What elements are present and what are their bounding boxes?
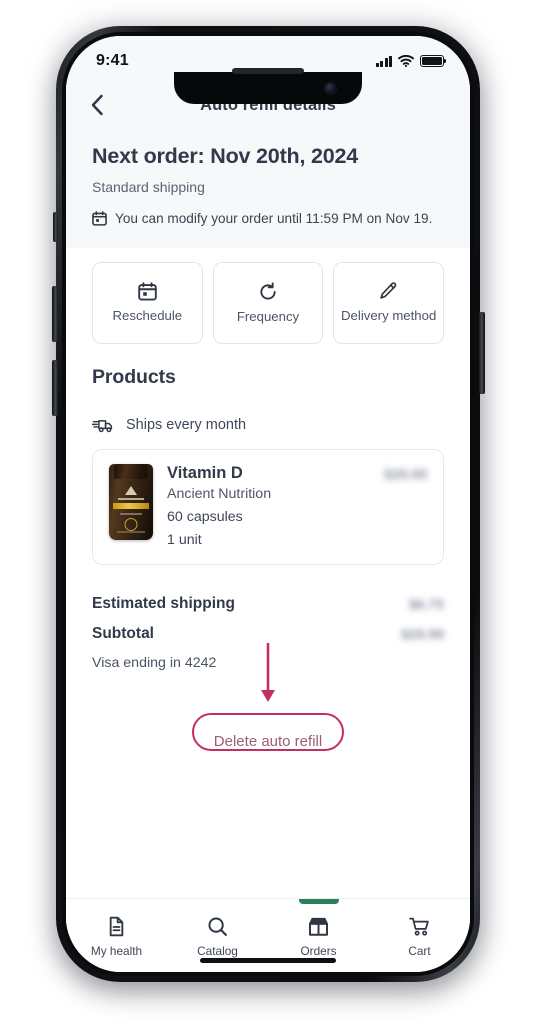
subtotal-label: Subtotal: [92, 625, 154, 642]
supplement-bottle-image: [109, 464, 153, 540]
frequency-label: Frequency: [236, 308, 300, 324]
modify-notice-row: You can modify your order until 11:59 PM…: [92, 211, 444, 226]
search-icon: [208, 916, 227, 936]
modify-notice-text: You can modify your order until 11:59 PM…: [115, 211, 433, 226]
shipping-method-label: Standard shipping: [92, 179, 205, 195]
app-root: 9:41 Auto refill details Next order: Nov…: [66, 36, 470, 972]
shopping-cart-icon: [408, 917, 429, 936]
delivery-method-label: Delivery method: [341, 308, 437, 324]
screenshot-stage: 9:41 Auto refill details Next order: Nov…: [0, 0, 537, 1024]
silence-switch[interactable]: [53, 212, 58, 242]
active-tab-indicator: [298, 899, 339, 904]
arrow-down-annotation: [261, 643, 275, 702]
tab-my-health-label: My health: [90, 943, 143, 958]
totals-section: Estimated shipping $6.75 Subtotal $29.99…: [66, 565, 470, 773]
status-bar-icons: [375, 55, 447, 67]
product-row[interactable]: Vitamin D Ancient Nutrition 60 capsules …: [92, 449, 444, 565]
delivery-method-button[interactable]: Delivery method: [333, 262, 445, 344]
product-name: Vitamin D: [167, 464, 243, 482]
calendar-icon: [138, 282, 157, 301]
earpiece-speaker: [232, 68, 304, 74]
wifi-icon: [398, 55, 414, 67]
back-button[interactable]: [78, 86, 116, 124]
volume-up-button[interactable]: [52, 286, 58, 342]
device-screen: 9:41 Auto refill details Next order: Nov…: [66, 36, 470, 972]
product-size: 60 capsules: [167, 509, 243, 525]
tab-catalog-label: Catalog: [197, 943, 238, 958]
open-box-icon: [309, 917, 328, 936]
tab-my-health[interactable]: My health: [66, 899, 167, 968]
product-price: $29.99: [384, 466, 427, 482]
power-button[interactable]: [479, 312, 485, 394]
refresh-cycle-icon: [260, 282, 276, 300]
delivery-truck-icon: [92, 420, 113, 433]
tab-cart-label: Cart: [408, 943, 431, 958]
reschedule-label: Reschedule: [112, 308, 183, 324]
subtotal-value: $29.99: [401, 626, 444, 642]
document-icon: [109, 916, 124, 936]
product-quantity: 1 unit: [167, 532, 202, 548]
pencil-icon: [380, 282, 397, 299]
status-bar-clock: 9:41: [96, 52, 129, 69]
delete-auto-refill-zone: Delete auto refill: [92, 643, 444, 773]
home-indicator[interactable]: [200, 957, 336, 963]
delete-auto-refill-button[interactable]: Delete auto refill: [196, 709, 340, 773]
reschedule-button[interactable]: Reschedule: [92, 262, 203, 344]
next-order-block: Next order: Nov 20th, 2024 Standard ship…: [66, 130, 470, 248]
product-brand: Ancient Nutrition: [167, 486, 272, 502]
frequency-button[interactable]: Frequency: [212, 262, 324, 344]
cellular-bars-icon: [375, 55, 392, 67]
chevron-left-icon: [91, 94, 103, 116]
product-info: Vitamin D Ancient Nutrition 60 capsules …: [167, 464, 370, 548]
calendar-icon: [92, 211, 107, 226]
estimated-shipping-value: $6.75: [408, 596, 444, 612]
payment-method-label: Visa ending in 4242: [92, 655, 217, 671]
battery-full-icon: [420, 55, 447, 67]
subtotal-row: Subtotal $29.99: [92, 625, 444, 643]
products-heading: Products: [92, 366, 176, 388]
next-order-date: Next order: Nov 20th, 2024: [92, 144, 359, 168]
estimated-shipping-row: Estimated shipping $6.75: [92, 595, 444, 613]
action-cards: Reschedule Frequency Delivery method: [66, 248, 470, 366]
tab-cart[interactable]: Cart: [369, 899, 470, 968]
ships-frequency-row: Ships every month: [66, 389, 470, 449]
front-camera: [325, 83, 336, 94]
ships-frequency-text: Ships every month: [126, 417, 247, 433]
volume-down-button[interactable]: [52, 360, 58, 416]
device-notch: [174, 68, 362, 104]
tab-orders-label: Orders: [300, 943, 337, 958]
estimated-shipping-label: Estimated shipping: [92, 595, 235, 612]
